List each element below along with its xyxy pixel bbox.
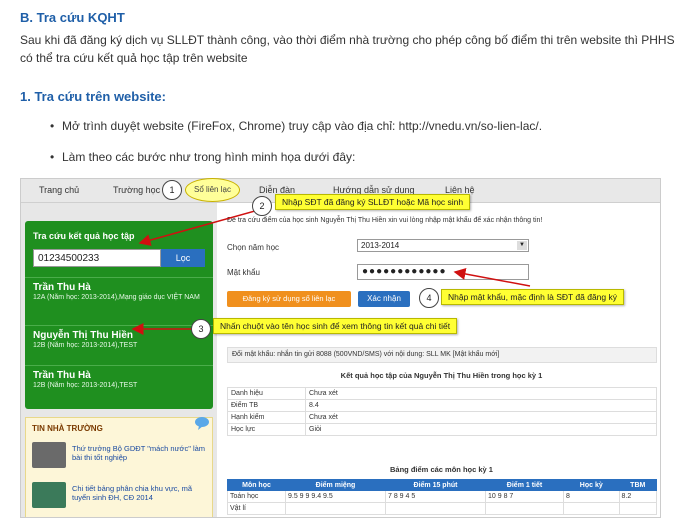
sidebar: Tra cứu kết quả học tập Lọc Trần Thu Hà … [21,203,217,517]
news-panel: TIN NHÀ TRƯỜNG Thứ trưởng Bộ GDĐT "mách … [25,417,213,517]
table-row: Toán học 9.5 9 9 9.4 9.5 7 8 9 4 5 10 9 … [227,490,658,503]
main-content: Để tra cứu điểm của học sinh Nguyễn Thị … [221,203,660,517]
password-field[interactable]: ●●●●●●●●●●●● [357,264,529,280]
password-notice: Đổi mật khẩu: nhắn tin gửi 8088 (500VND/… [227,347,657,363]
step-2-callout: Nhập SĐT đã đăng ký SLLĐT hoặc Mã học si… [275,194,471,210]
speech-bubble-icon [195,417,209,430]
lookup-label: Tra cứu kết quả học tập [33,231,135,241]
screenshot-illustration: Trang chủ Trường học Diễn đàn Hướng dẫn … [20,178,661,518]
step-4-callout: Nhập mật khẩu, mặc định là SĐT đã đăng k… [441,289,624,305]
nav-item-contact-book[interactable]: Sổ liên lạc [185,178,240,202]
subsection-heading: 1. Tra cứu trên website: [20,89,166,104]
table-header-row: Môn học Điểm miệng Điểm 15 phút Điểm 1 t… [227,479,658,491]
news-thumbnail[interactable] [32,442,66,468]
bullet-item: Mở trình duyệt website (FireFox, Chrome)… [50,119,542,133]
intro-paragraph: Sau khi đã đăng ký dịch vụ SLLĐT thành c… [20,33,675,65]
student-name[interactable]: Trần Thu Hà [33,370,205,381]
student-name[interactable]: Trần Thu Hà [33,282,205,293]
news-title: TIN NHÀ TRƯỜNG [32,424,103,433]
table-row: Vật lí [227,502,658,515]
student-detail: 12B (Năm học: 2013-2014),TEST [33,382,138,389]
student-item[interactable]: Trần Thu Hà 12A (Năm học: 2013-2014),Mạn… [25,277,213,306]
nav-item-schools[interactable]: Trường học [113,185,160,195]
step-4-marker: 4 [419,288,439,308]
result-table: Danh hiệu Chưa xét Điểm TB 8.4 Hạnh kiểm Ch… [227,387,657,436]
confirm-button[interactable]: Xác nhận [358,291,410,307]
column-header: Học kỳ [563,479,620,491]
chevron-down-icon[interactable]: ▼ [517,241,527,250]
year-select[interactable]: 2013-2014 ▼ [357,239,529,252]
nav-item-home[interactable]: Trang chủ [39,185,79,195]
column-header: Điểm miệng [285,479,386,491]
student-item[interactable]: Nguyễn Thị Thu Hiền 12B (Năm học: 2013-2… [25,325,213,354]
table-row: Học lực Giỏi [227,423,657,436]
column-header: TBM [618,479,658,491]
column-header: Điểm 15 phút [385,479,486,491]
student-detail: 12A (Năm học: 2013-2014),Mạng giáo dục V… [33,294,200,301]
step-3-marker: 3 [191,319,211,339]
step-1-marker: 1 [162,180,182,200]
table-row: Điểm TB 8.4 [227,399,657,412]
news-link[interactable]: Thứ trưởng Bộ GDĐT "mách nước" làm bài t… [72,444,208,462]
bullet-item: Làm theo các bước như trong hình minh họ… [50,150,355,164]
table-row: Danh hiệu Chưa xét [227,387,657,400]
score-title: Bảng điểm các môn học kỳ 1 [390,465,493,474]
password-instruction: Để tra cứu điểm của học sinh Nguyễn Thị … [227,217,543,224]
news-thumbnail[interactable] [32,482,66,508]
step-2-marker: 2 [252,196,272,216]
student-detail: 12B (Năm học: 2013-2014),TEST [33,342,138,349]
lookup-panel: Tra cứu kết quả học tập Lọc Trần Thu Hà … [25,221,213,409]
lookup-button[interactable]: Lọc [161,249,205,267]
register-button[interactable]: Đăng ký sử dụng sổ liên lạc [227,291,351,307]
table-row: Hạnh kiểm Chưa xét [227,411,657,424]
phone-input[interactable] [33,249,161,267]
student-item[interactable]: Trần Thu Hà 12B (Năm học: 2013-2014),TES… [25,365,213,394]
score-table: Môn học Điểm miệng Điểm 15 phút Điểm 1 t… [227,479,658,515]
column-header: Điểm 1 tiết [485,479,564,491]
student-name[interactable]: Nguyễn Thị Thu Hiền [33,330,205,341]
column-header: Môn học [227,479,286,491]
result-title: Kết quả học tập của Nguyễn Thị Thu Hiền … [340,371,543,380]
password-label: Mật khẩu [227,268,260,277]
year-label: Chọn năm học [227,243,280,252]
news-link[interactable]: Chi tiết bảng phân chia khu vực, mã tuyể… [72,484,208,502]
section-heading: B. Tra cứu KQHT [20,10,125,25]
step-3-callout: Nhấn chuột vào tên học sinh để xem thông… [213,318,458,334]
